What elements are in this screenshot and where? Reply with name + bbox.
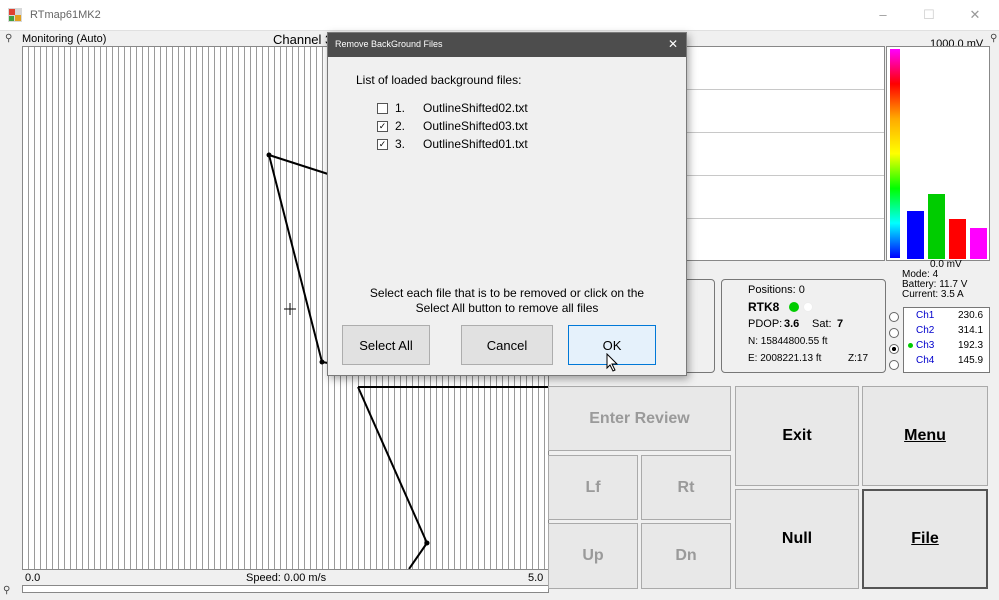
x-axis-max: 5.0 xyxy=(528,572,544,584)
active-channel-indicator xyxy=(908,343,913,348)
enter-review-button[interactable]: Enter Review xyxy=(548,386,731,451)
down-button[interactable]: Dn xyxy=(641,523,731,589)
file-label: File xyxy=(911,530,939,547)
select-all-button[interactable]: Select All xyxy=(342,325,430,365)
file-number: 3. xyxy=(395,137,406,151)
file-checkbox-2[interactable]: ✓ xyxy=(377,121,388,132)
file-number: 2. xyxy=(395,119,406,133)
menu-label: Menu xyxy=(904,427,946,444)
rtk-secondary-indicator xyxy=(803,302,813,312)
easting: E: 2008221.13 ft xyxy=(748,353,822,364)
ch2-name: Ch2 xyxy=(916,325,935,336)
file-number: 1. xyxy=(395,101,406,115)
channel-radio-group xyxy=(886,306,902,372)
color-scale xyxy=(890,49,900,258)
dialog-title-bar: Remove BackGround Files ✕ xyxy=(328,33,686,57)
positions-count: Positions: 0 xyxy=(748,284,805,296)
zone: Z:17 xyxy=(848,353,869,364)
sat-value: 7 xyxy=(837,318,844,330)
null-label: Null xyxy=(781,530,813,547)
radio-ch4[interactable] xyxy=(889,360,899,370)
rtk-label: RTK8 xyxy=(748,300,780,314)
left-button[interactable]: Lf xyxy=(548,455,638,520)
pin-icon[interactable]: ⚲ xyxy=(5,33,12,44)
level-bar-ch2 xyxy=(928,194,945,259)
dialog-instructions: Select each file that is to be removed o… xyxy=(328,286,686,316)
ch3-name: Ch3 xyxy=(916,340,935,351)
level-bar-ch4 xyxy=(970,228,987,259)
current-status: Current: 3.5 A xyxy=(902,289,964,300)
dialog-heading: List of loaded background files: xyxy=(356,73,522,87)
ch4-name: Ch4 xyxy=(916,355,935,366)
file-checkbox-3[interactable]: ✓ xyxy=(377,139,388,150)
file-item-2[interactable]: ✓ 2. OutlineShifted03.txt xyxy=(377,118,677,136)
right-button[interactable]: Rt xyxy=(641,455,731,520)
ok-label: OK xyxy=(602,337,622,353)
radio-ch2[interactable] xyxy=(889,328,899,338)
down-label: Dn xyxy=(675,547,697,564)
level-bar-ch3 xyxy=(949,219,966,259)
minimize-button[interactable]: – xyxy=(860,0,906,30)
up-label: Up xyxy=(582,547,604,564)
dialog-title: Remove BackGround Files xyxy=(335,39,443,49)
enter-review-label: Enter Review xyxy=(589,409,690,427)
channel-label: Channel 3 xyxy=(273,32,333,47)
close-button[interactable]: ✕ xyxy=(952,0,998,30)
gps-panel: Positions: 0 RTK8 PDOP: 3.6 Sat: 7 N: 15… xyxy=(721,279,886,373)
menu-button[interactable]: Menu xyxy=(862,386,988,486)
mouse-cursor-icon xyxy=(606,353,619,372)
horizontal-scrollbar[interactable] xyxy=(22,585,549,593)
radio-ch1[interactable] xyxy=(889,312,899,322)
radio-ch3[interactable] xyxy=(889,344,899,354)
sat-label: Sat: xyxy=(812,318,832,330)
pdop-value: 3.6 xyxy=(784,318,800,330)
null-button[interactable]: Null xyxy=(735,489,859,589)
northing: N: 15844800.55 ft xyxy=(748,336,828,347)
title-bar: RTmap61MK2 – ☐ ✕ xyxy=(0,0,999,31)
app-icon xyxy=(8,8,22,22)
file-checkbox-1[interactable] xyxy=(377,103,388,114)
channel-list[interactable]: Ch1 230.6 Ch2 314.1 Ch3 192.3 Ch4 145.9 xyxy=(903,307,990,373)
exit-label: Exit xyxy=(782,427,812,444)
pin-icon-right[interactable]: ⚲ xyxy=(990,33,997,44)
maximize-button[interactable]: ☐ xyxy=(906,0,952,30)
pin-icon-bottom[interactable]: ⚲ xyxy=(3,585,10,596)
speed-label: Speed: 0.00 m/s xyxy=(246,572,327,584)
level-bar-ch1 xyxy=(907,211,924,259)
pdop-label: PDOP: xyxy=(748,318,783,330)
file-name: OutlineShifted03.txt xyxy=(423,119,528,133)
left-label: Lf xyxy=(585,478,601,496)
cancel-label: Cancel xyxy=(486,337,528,353)
file-item-3[interactable]: ✓ 3. OutlineShifted01.txt xyxy=(377,136,677,154)
level-meter xyxy=(886,46,990,261)
file-name: OutlineShifted01.txt xyxy=(423,137,528,151)
file-button[interactable]: File xyxy=(862,489,988,589)
remove-background-dialog: Remove BackGround Files ✕ List of loaded… xyxy=(327,32,687,376)
ch4-value: 145.9 xyxy=(958,355,984,366)
mode-label: Monitoring (Auto) xyxy=(22,33,107,45)
instruction-line-1: Select each file that is to be removed o… xyxy=(369,286,645,300)
x-axis-min: 0.0 xyxy=(25,572,41,584)
right-label: Rt xyxy=(677,478,695,496)
select-all-label: Select All xyxy=(359,337,413,353)
ch1-value: 230.6 xyxy=(958,310,984,321)
ch2-value: 314.1 xyxy=(958,325,984,336)
exit-button[interactable]: Exit xyxy=(735,386,859,486)
ch3-value: 192.3 xyxy=(958,340,984,351)
file-item-1[interactable]: 1. OutlineShifted02.txt xyxy=(377,100,677,118)
instruction-line-2: Select All button to remove all files xyxy=(415,301,599,315)
up-button[interactable]: Up xyxy=(548,523,638,589)
window-title: RTmap61MK2 xyxy=(30,9,101,21)
file-name: OutlineShifted02.txt xyxy=(423,101,528,115)
ch1-name: Ch1 xyxy=(916,310,935,321)
dialog-close-icon[interactable]: ✕ xyxy=(668,37,678,51)
cancel-button[interactable]: Cancel xyxy=(461,325,553,365)
rtk-status-indicator xyxy=(789,302,799,312)
